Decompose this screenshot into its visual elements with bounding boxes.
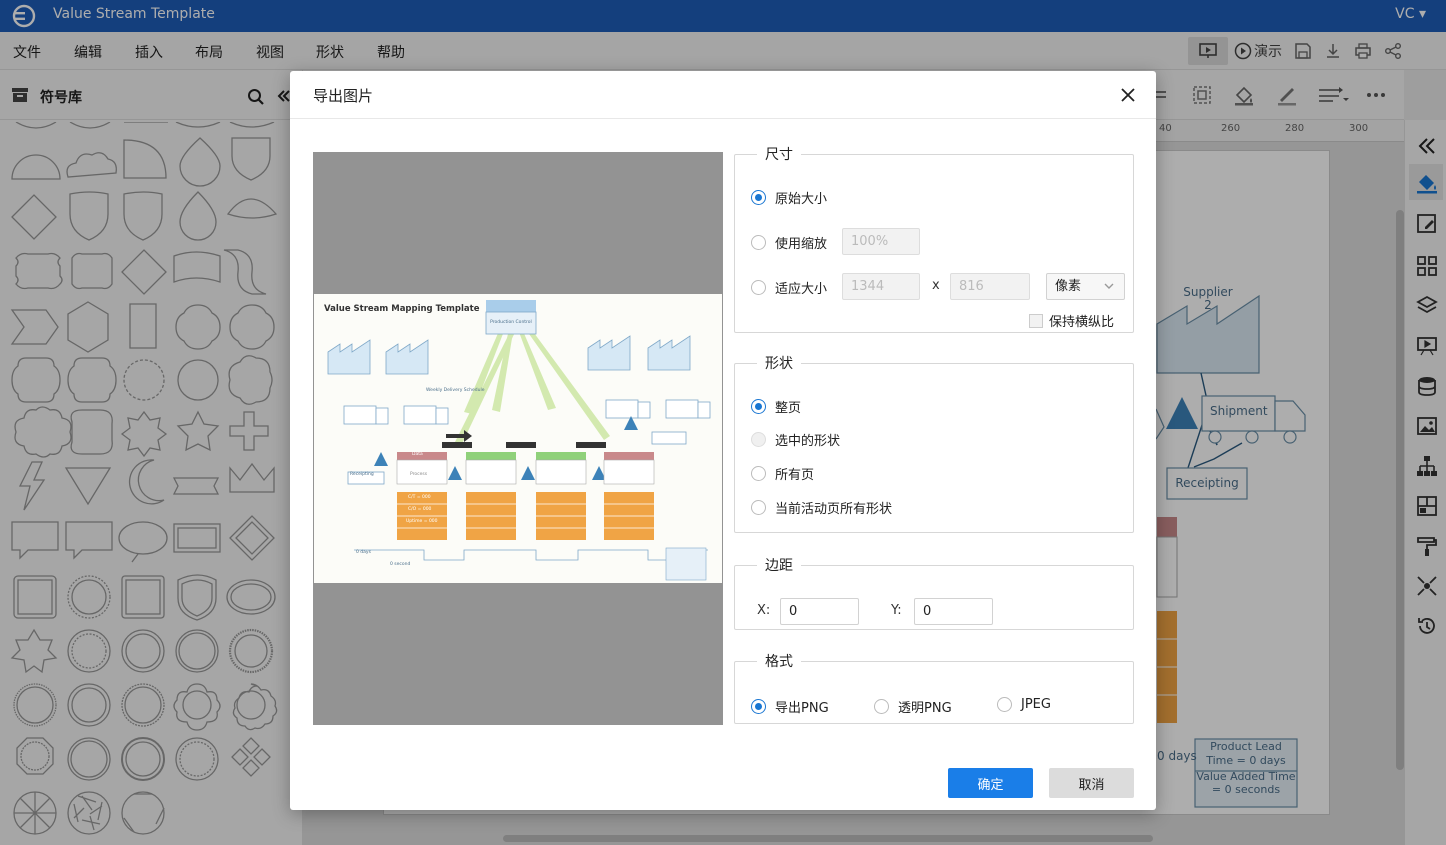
preview-diagram xyxy=(327,300,711,581)
dialog-title: 导出图片 xyxy=(313,87,374,105)
current-page-shapes-radio[interactable]: 当前活动页所有形状 xyxy=(751,498,892,517)
selected-shapes-radio[interactable]: 选中的形状 xyxy=(751,430,840,449)
times-label: x xyxy=(932,278,940,293)
radio-unchecked-icon xyxy=(997,697,1012,712)
margin-legend: 边距 xyxy=(765,558,793,574)
checkbox-box xyxy=(1029,313,1043,328)
cancel-button[interactable]: 取消 xyxy=(1049,768,1134,798)
ok-button[interactable]: 确定 xyxy=(948,768,1033,798)
margin-y-label: Y: xyxy=(891,603,902,618)
keep-ratio-label: 保持横纵比 xyxy=(1049,315,1115,330)
dialog-divider xyxy=(290,118,1156,119)
size-legend: 尺寸 xyxy=(765,147,793,163)
radio-disabled-icon xyxy=(751,432,766,447)
preview-data: Data xyxy=(412,452,423,457)
radio-unchecked-icon xyxy=(751,500,766,515)
unit-value: 像素 xyxy=(1055,279,1082,294)
current-page-shapes-label: 当前活动页所有形状 xyxy=(775,502,893,517)
margin-x-input[interactable]: 0 xyxy=(780,598,859,625)
format-legend: 格式 xyxy=(765,654,793,670)
close-icon[interactable] xyxy=(1120,87,1136,103)
height-input[interactable]: 816 xyxy=(950,273,1030,300)
png-radio[interactable]: 导出PNG xyxy=(751,697,829,716)
radio-checked-icon xyxy=(751,399,766,414)
export-preview: Value Stream Mapping Template Production… xyxy=(313,152,723,725)
use-scale-radio[interactable]: 使用缩放 xyxy=(751,233,827,252)
original-size-label: 原始大小 xyxy=(775,192,828,207)
use-scale-label: 使用缩放 xyxy=(775,237,828,252)
jpeg-radio[interactable]: JPEG xyxy=(997,697,1051,712)
all-pages-label: 所有页 xyxy=(775,468,815,483)
fit-size-label: 适应大小 xyxy=(775,282,828,297)
margin-x-label: X: xyxy=(757,603,771,618)
radio-checked-icon xyxy=(751,190,766,205)
radio-unchecked-icon xyxy=(751,235,766,250)
preview-production-control: Production Control xyxy=(490,320,532,325)
png-label: 导出PNG xyxy=(775,701,829,716)
preview-thumbnail: Value Stream Mapping Template Production… xyxy=(314,294,722,583)
jpeg-label: JPEG xyxy=(1021,697,1051,712)
margin-group: 边距 X: 0 Y: 0 xyxy=(734,555,1134,630)
all-pages-radio[interactable]: 所有页 xyxy=(751,464,814,483)
whole-page-label: 整页 xyxy=(775,401,802,416)
keep-ratio-checkbox[interactable]: 保持横纵比 xyxy=(1029,311,1114,330)
radio-checked-icon xyxy=(751,699,766,714)
margin-y-input[interactable]: 0 xyxy=(914,598,993,625)
radio-unchecked-icon xyxy=(751,466,766,481)
preview-schedule: Weekly Delivery Schedule xyxy=(426,388,485,393)
preview-days: 0 days xyxy=(356,550,371,555)
transparent-png-radio[interactable]: 透明PNG xyxy=(874,697,952,716)
fit-size-radio[interactable]: 适应大小 xyxy=(751,278,827,297)
radio-unchecked-icon xyxy=(874,699,889,714)
original-size-radio[interactable]: 原始大小 xyxy=(751,188,827,207)
size-group: 尺寸 原始大小 使用缩放 100% 适应大小 1344 x 816 像素 保持横… xyxy=(734,144,1134,333)
radio-unchecked-icon xyxy=(751,280,766,295)
preview-uptime: Uptime = 000 xyxy=(406,519,438,524)
unit-select[interactable]: 像素 xyxy=(1046,273,1125,300)
export-image-dialog: 导出图片 Value Stream Mapping Template Produ… xyxy=(290,71,1156,810)
format-group: 格式 导出PNG 透明PNG JPEG xyxy=(734,651,1134,724)
preview-process: Process xyxy=(410,472,428,477)
scale-input[interactable]: 100% xyxy=(842,228,920,255)
preview-co: C/O = 000 xyxy=(408,507,432,512)
preview-receipting: Receipting xyxy=(350,472,374,477)
preview-ct: C/T = 000 xyxy=(408,495,431,500)
selected-shapes-label: 选中的形状 xyxy=(775,434,841,449)
preview-second: 0 second xyxy=(390,562,411,567)
chevron-down-icon xyxy=(1104,283,1114,289)
whole-page-radio[interactable]: 整页 xyxy=(751,397,801,416)
transparent-png-label: 透明PNG xyxy=(898,701,952,716)
preview-title: Value Stream Mapping Template xyxy=(324,304,480,314)
width-input[interactable]: 1344 xyxy=(842,273,920,300)
shape-group: 形状 整页 选中的形状 所有页 当前活动页所有形状 xyxy=(734,353,1134,533)
shape-legend: 形状 xyxy=(765,356,793,372)
